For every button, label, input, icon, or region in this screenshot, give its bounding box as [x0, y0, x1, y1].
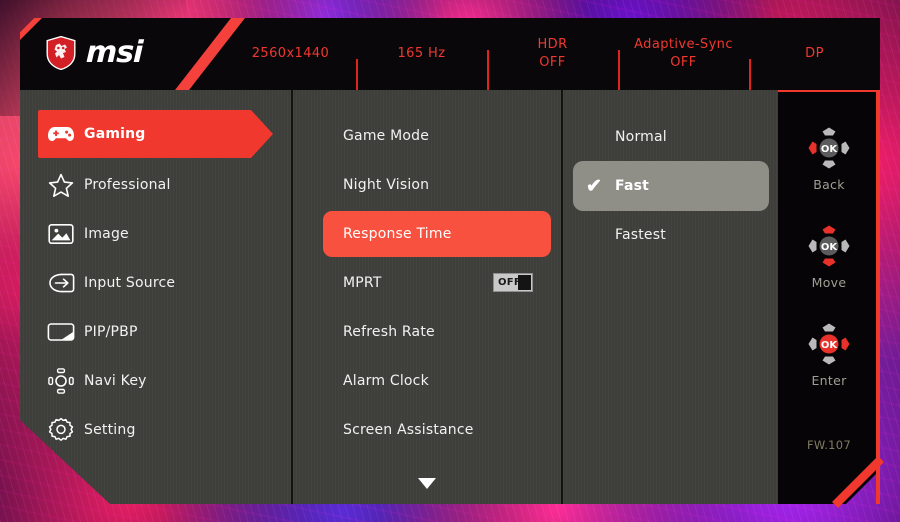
- submenu-item-response-time[interactable]: Response Time: [323, 211, 551, 257]
- navigation-hints: OK Back OK Move OK Enter FW.107: [778, 90, 880, 504]
- picture-icon: [38, 223, 84, 245]
- star-icon: [38, 173, 84, 198]
- option-label-fastest: Fastest: [615, 227, 666, 243]
- pip-pbp-icon: [38, 322, 84, 342]
- header-item-resolution: 2560x1440: [225, 45, 356, 63]
- gamepad-icon: [38, 124, 84, 144]
- mprt-toggle[interactable]: OFF: [493, 273, 533, 292]
- submenu-label-screen-assistance: Screen Assistance: [343, 422, 474, 438]
- header-status-items: 2560x1440 165 Hz HDR OFF Adaptive-Sync O…: [225, 18, 880, 90]
- submenu-scroll-more[interactable]: [293, 478, 561, 489]
- sidebar-item-navi-key[interactable]: Navi Key: [38, 357, 273, 405]
- header-hdr-value: OFF: [539, 55, 566, 70]
- header-input-port-value: DP: [805, 46, 824, 62]
- osd-menu: msi 2560x1440 165 Hz HDR OFF Adaptive-Sy…: [20, 18, 884, 508]
- sidebar-item-input-source[interactable]: Input Source: [38, 259, 273, 307]
- msi-dragon-shield-icon: [46, 36, 76, 70]
- sidebar-item-setting[interactable]: Setting: [38, 406, 273, 454]
- osd-header: msi 2560x1440 165 Hz HDR OFF Adaptive-Sy…: [20, 18, 880, 90]
- navi-updown-icon: OK: [808, 225, 850, 267]
- submenu-column: Game Mode Night Vision Response Time MPR…: [293, 90, 561, 504]
- option-item-fast[interactable]: ✔ Fast: [573, 161, 769, 211]
- nav-hint-label-move: Move: [811, 275, 847, 290]
- submenu-item-mprt[interactable]: MPRT OFF: [323, 260, 551, 306]
- submenu-label-night-vision: Night Vision: [343, 177, 430, 193]
- header-refresh-value: 165 Hz: [397, 46, 446, 62]
- svg-text:OK: OK: [821, 144, 839, 155]
- osd-body: Gaming Professional Image Input Source P…: [20, 90, 884, 508]
- brand-logo: msi: [46, 35, 144, 70]
- submenu-label-game-mode: Game Mode: [343, 128, 430, 144]
- submenu-label-refresh-rate: Refresh Rate: [343, 324, 435, 340]
- nav-hint-label-back: Back: [813, 177, 845, 192]
- option-item-normal[interactable]: Normal: [573, 112, 769, 162]
- screen: msi 2560x1440 165 Hz HDR OFF Adaptive-Sy…: [0, 0, 900, 522]
- nav-hint-move[interactable]: OK Move: [778, 220, 880, 290]
- submenu-item-alarm-clock[interactable]: Alarm Clock: [323, 358, 551, 404]
- chevron-down-icon: [418, 478, 436, 489]
- gear-icon: [38, 417, 84, 443]
- svg-text:OK: OK: [821, 242, 839, 253]
- sidebar-item-image[interactable]: Image: [38, 210, 273, 258]
- sidebar-item-label-setting: Setting: [84, 422, 136, 438]
- header-item-hdr: HDR OFF: [487, 36, 618, 90]
- firmware-version: FW.107: [806, 438, 852, 452]
- header-resolution-value: 2560x1440: [251, 46, 330, 62]
- header-item-refresh-rate: 165 Hz: [356, 45, 487, 90]
- sidebar-item-label-gaming: Gaming: [84, 126, 146, 142]
- mprt-toggle-knob: [518, 275, 531, 290]
- submenu-item-night-vision[interactable]: Night Vision: [323, 162, 551, 208]
- submenu-label-mprt: MPRT: [343, 275, 382, 291]
- navi-enter-icon: OK: [808, 323, 850, 365]
- brand-name: msi: [85, 35, 144, 70]
- navi-left-icon: OK: [808, 127, 850, 169]
- option-item-fastest[interactable]: Fastest: [573, 210, 769, 260]
- header-item-adaptive-sync: Adaptive-Sync OFF: [618, 36, 749, 90]
- arrow-in-box-icon: [38, 272, 84, 294]
- header-adaptive-sync-label: Adaptive-Sync: [634, 37, 733, 53]
- sidebar-item-label-input-source: Input Source: [84, 275, 176, 291]
- nav-hint-back[interactable]: OK Back: [778, 122, 880, 192]
- submenu-item-refresh-rate[interactable]: Refresh Rate: [323, 309, 551, 355]
- header-adaptive-sync-value: OFF: [670, 55, 697, 70]
- navi-key-icon: [38, 368, 84, 394]
- option-label-normal: Normal: [615, 129, 667, 145]
- header-hdr-label: HDR: [537, 37, 568, 53]
- check-icon: ✔: [573, 177, 615, 196]
- nav-hint-label-enter: Enter: [811, 373, 847, 388]
- submenu-item-game-mode[interactable]: Game Mode: [323, 113, 551, 159]
- sidebar-item-label-navi-key: Navi Key: [84, 373, 147, 389]
- sidebar-item-label-pip-pbp: PIP/PBP: [84, 324, 138, 340]
- nav-hint-enter[interactable]: OK Enter: [778, 318, 880, 388]
- submenu-label-response-time: Response Time: [343, 226, 452, 242]
- sidebar: Gaming Professional Image Input Source P…: [20, 90, 291, 504]
- submenu-label-alarm-clock: Alarm Clock: [343, 373, 429, 389]
- option-label-fast: Fast: [615, 178, 650, 194]
- svg-text:OK: OK: [821, 340, 839, 351]
- sidebar-item-gaming[interactable]: Gaming: [38, 110, 273, 158]
- check-glyph: ✔: [586, 175, 602, 197]
- sidebar-item-label-image: Image: [84, 226, 129, 242]
- submenu-item-screen-assistance[interactable]: Screen Assistance: [323, 407, 551, 453]
- option-column: Normal ✔ Fast Fastest: [563, 90, 778, 504]
- sidebar-item-label-professional: Professional: [84, 177, 171, 193]
- header-item-input-port: DP: [749, 45, 880, 90]
- sidebar-item-professional[interactable]: Professional: [38, 161, 273, 209]
- sidebar-item-pip-pbp[interactable]: PIP/PBP: [38, 308, 273, 356]
